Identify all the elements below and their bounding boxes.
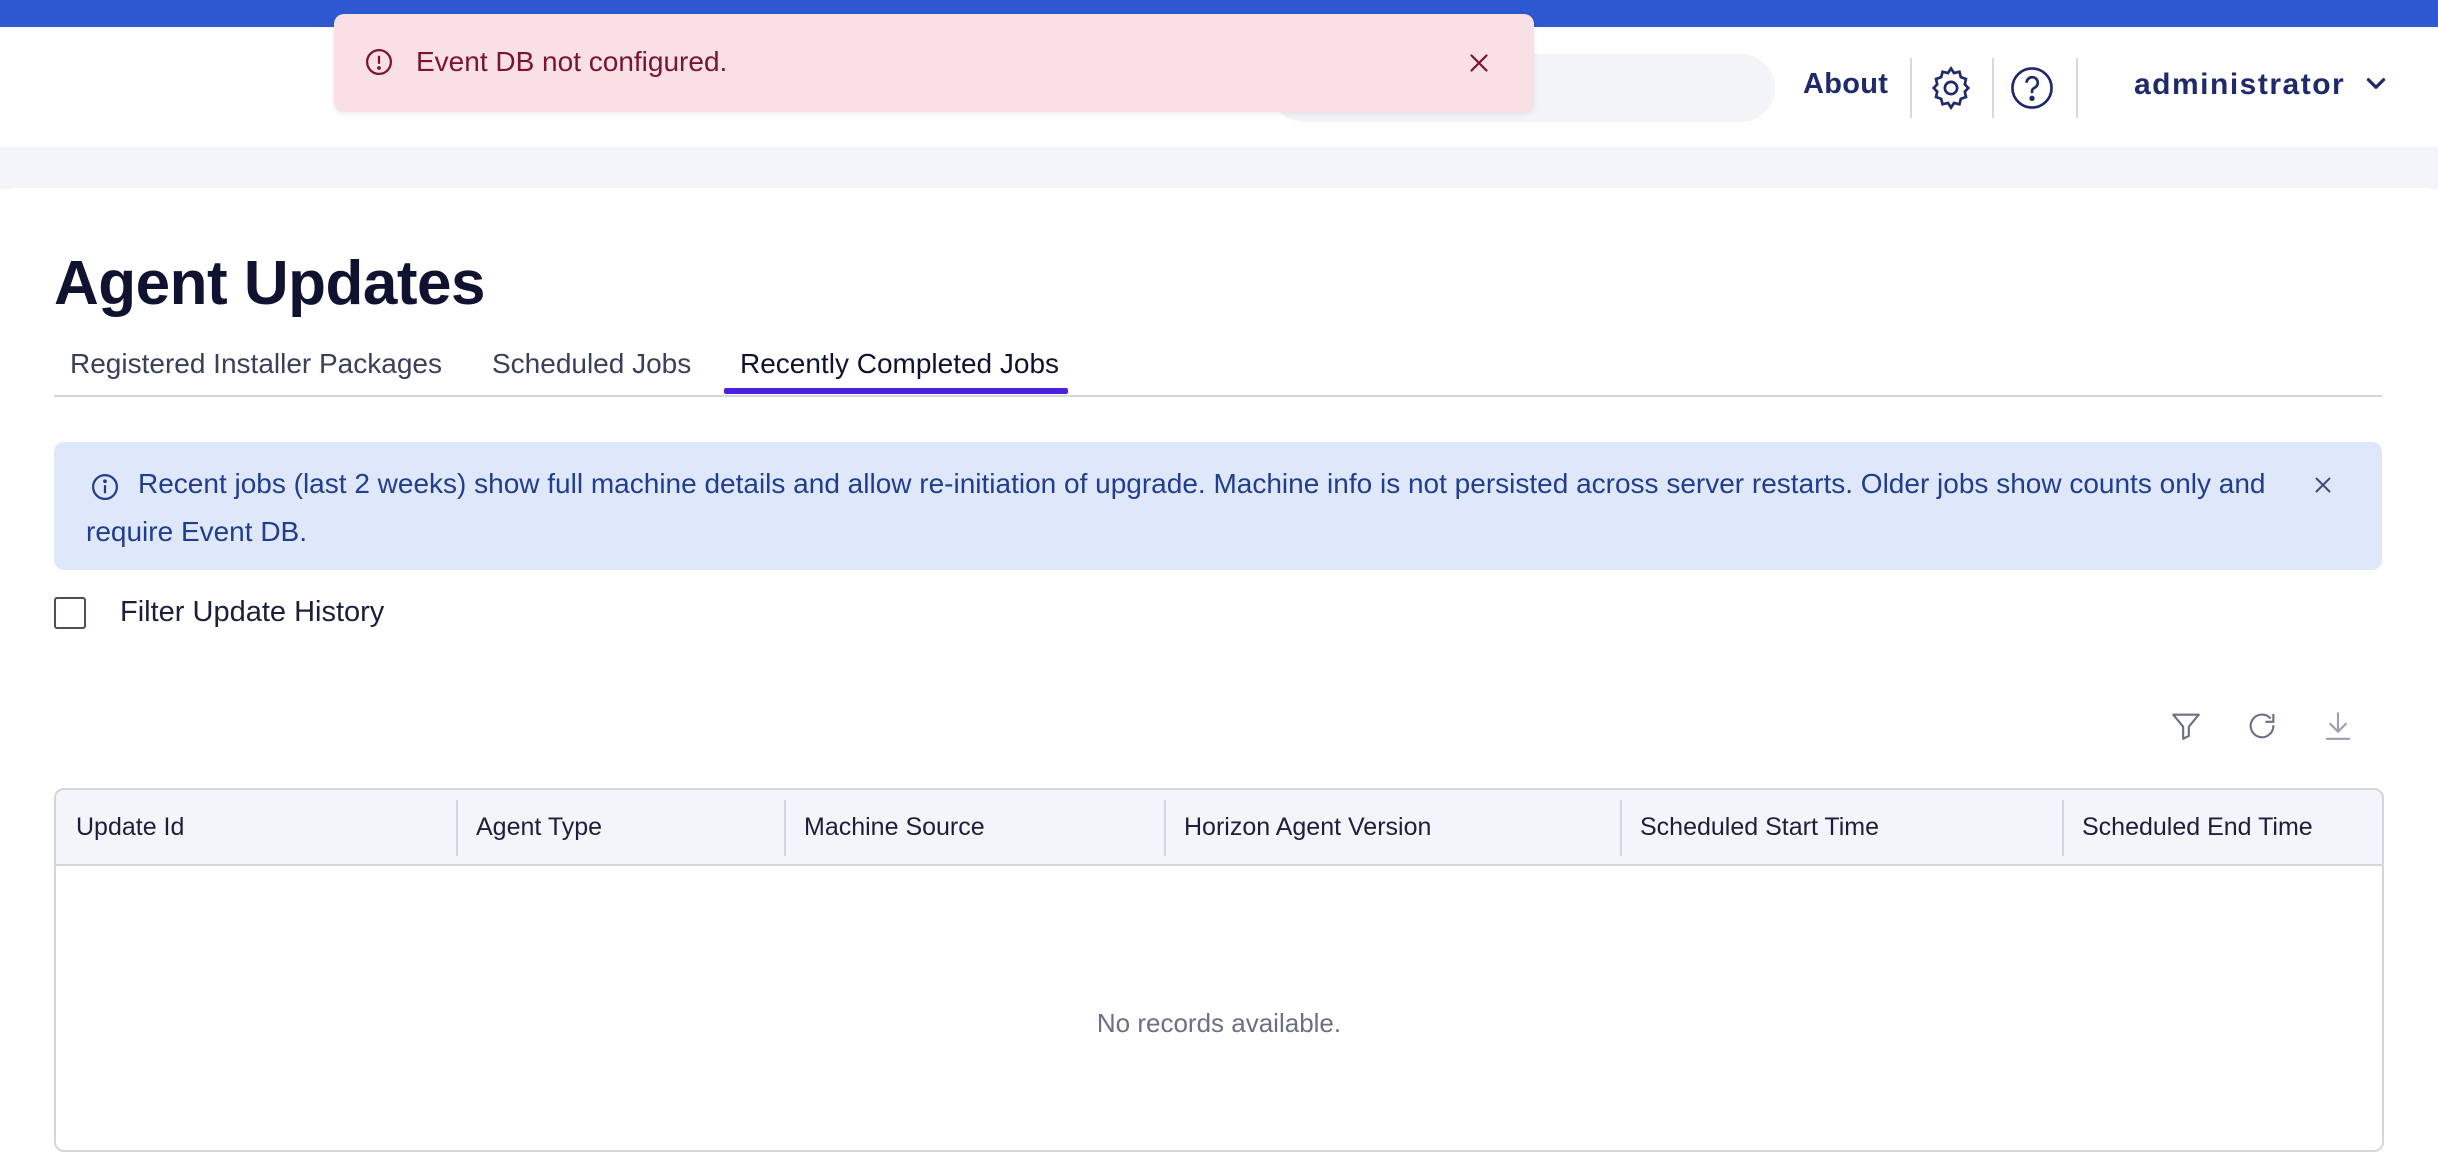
tab-recently-completed-jobs[interactable]: Recently Completed Jobs xyxy=(740,348,1059,393)
column-header-scheduled-end-time[interactable]: Scheduled End Time xyxy=(2062,790,2382,864)
column-header-machine-source[interactable]: Machine Source xyxy=(784,790,1164,864)
close-icon[interactable] xyxy=(1464,48,1494,78)
header-divider xyxy=(1992,58,1994,118)
column-header-horizon-agent-version[interactable]: Horizon Agent Version xyxy=(1164,790,1620,864)
filter-update-history-label: Filter Update History xyxy=(120,596,385,628)
user-menu[interactable]: administrator xyxy=(2134,68,2389,102)
error-toast: Event DB not configured. xyxy=(334,14,1534,112)
column-header-scheduled-start-time[interactable]: Scheduled Start Time xyxy=(1620,790,2062,864)
column-header-update-id[interactable]: Update Id xyxy=(56,790,456,864)
column-header-agent-type[interactable]: Agent Type xyxy=(456,790,784,864)
active-tab-indicator xyxy=(724,388,1068,394)
info-banner-text: Recent jobs (last 2 weeks) show full mac… xyxy=(86,468,2266,547)
help-icon[interactable] xyxy=(2005,61,2059,115)
close-icon[interactable] xyxy=(2310,472,2340,502)
update-history-table: Update Id Agent Type Machine Source Hori… xyxy=(54,788,2384,1152)
download-icon[interactable] xyxy=(2318,706,2358,746)
filter-update-history-checkbox[interactable] xyxy=(54,596,86,629)
refresh-icon[interactable] xyxy=(2242,706,2282,746)
gear-icon[interactable] xyxy=(1924,61,1978,115)
chevron-down-icon xyxy=(2363,70,2389,101)
filter-icon[interactable] xyxy=(2166,706,2206,746)
info-banner: Recent jobs (last 2 weeks) show full mac… xyxy=(54,442,2382,570)
filter-update-history: Filter Update History xyxy=(54,596,384,629)
tab-bar: Registered Installer Packages Scheduled … xyxy=(54,340,2382,397)
alert-circle-icon xyxy=(364,47,394,82)
header-divider xyxy=(2076,58,2078,118)
toast-message: Event DB not configured. xyxy=(416,46,728,77)
header-divider xyxy=(1910,58,1912,118)
page-title: Agent Updates xyxy=(54,249,485,318)
table-header: Update Id Agent Type Machine Source Hori… xyxy=(56,790,2382,866)
tab-scheduled-jobs[interactable]: Scheduled Jobs xyxy=(492,348,691,393)
page-band xyxy=(0,147,2438,189)
tab-registered-installer-packages[interactable]: Registered Installer Packages xyxy=(70,348,442,393)
about-link[interactable]: About xyxy=(1803,68,1888,101)
user-name: administrator xyxy=(2134,68,2346,101)
table-empty-message: No records available. xyxy=(1096,1008,1342,1038)
